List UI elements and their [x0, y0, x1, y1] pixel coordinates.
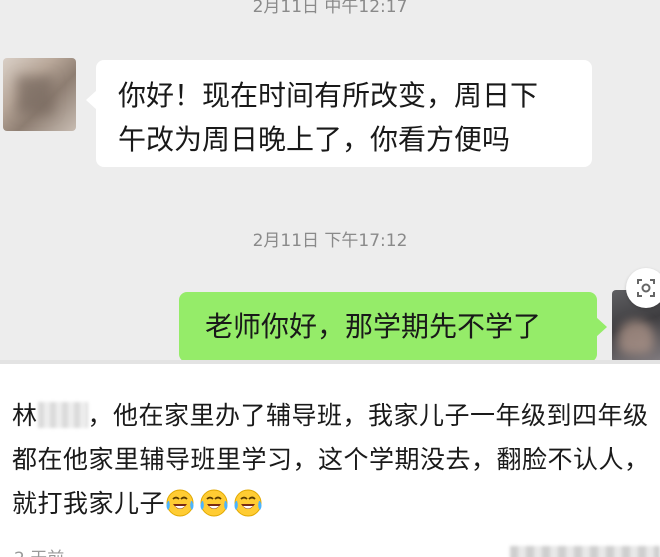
redacted-meta	[510, 546, 660, 557]
crying-laughing-icon	[166, 489, 194, 517]
comment-text: 林，他在家里办了辅导班，我家儿子一年级到四年级都在他家里辅导班里学习，这个学期没…	[12, 394, 658, 526]
scan-icon[interactable]	[626, 268, 660, 308]
outgoing-message-bubble[interactable]: 老师你好，那学期先不学了	[179, 292, 607, 362]
message-timestamp: 2月11日 下午17:12	[252, 231, 408, 251]
incoming-message-line: 午改为周日晚上了，你看方便吗	[118, 123, 511, 156]
comment-time: 2 天前	[14, 544, 64, 557]
comment-body: ，他在家里办了辅导班，我家儿子一年级到四年级都在他家里辅导班里学习，这个学期没去…	[12, 401, 650, 518]
chat-pane: 2月11日 中午12:17 你好！现在时间有所改变，周日下 午改为周日晚上了，你…	[0, 0, 660, 362]
comment-card: 林，他在家里办了辅导班，我家儿子一年级到四年级都在他家里辅导班里学习，这个学期没…	[0, 364, 660, 557]
crying-laughing-icon	[234, 489, 262, 517]
redacted-name	[37, 402, 88, 428]
incoming-message-line: 你好！现在时间有所改变，周日下	[118, 79, 539, 112]
incoming-message-bubble[interactable]: 你好！现在时间有所改变，周日下 午改为周日晚上了，你看方便吗	[86, 60, 592, 167]
message-timestamp: 2月11日 中午12:17	[252, 0, 408, 17]
emoji-group	[165, 489, 267, 518]
crying-laughing-icon	[200, 489, 228, 517]
commenter-name: 林	[12, 401, 38, 430]
contact-avatar[interactable]	[3, 58, 76, 131]
